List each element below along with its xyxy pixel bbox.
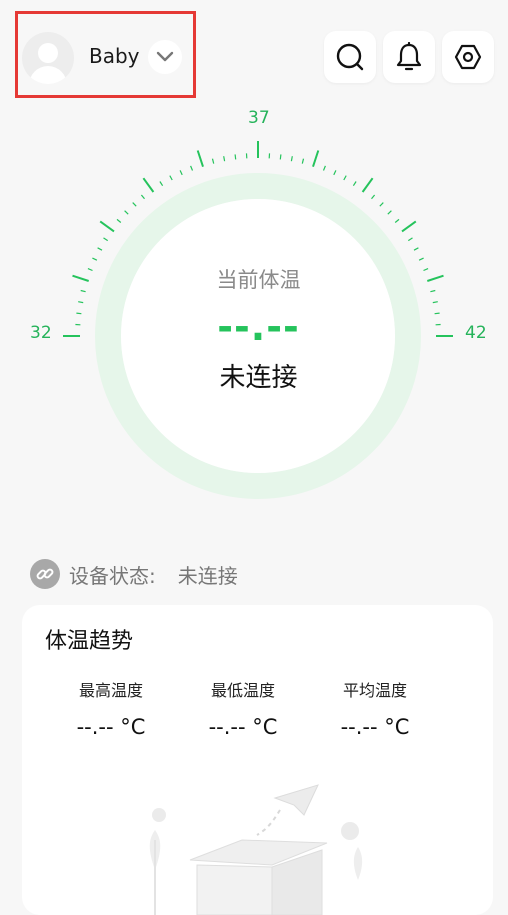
gauge-tick — [198, 151, 203, 167]
gauge-tick — [388, 211, 392, 215]
link-icon — [30, 559, 60, 589]
gauge-tick — [280, 154, 281, 159]
gauge-tick — [291, 156, 292, 161]
gauge-tick — [125, 211, 129, 215]
gauge-tick — [160, 182, 163, 186]
gauge-tick — [380, 203, 384, 207]
gauge-tick — [344, 176, 346, 180]
gauge-tick — [100, 221, 114, 231]
gauge-tick — [419, 258, 424, 260]
gauge-tick — [92, 258, 97, 260]
profile-dropdown-button[interactable] — [148, 40, 182, 74]
device-status-label: 设备状态: — [69, 560, 156, 589]
gauge-tick — [98, 248, 102, 250]
gauge-tick — [224, 156, 225, 161]
avg-temp-stat: 平均温度 --.-- °C — [315, 677, 435, 739]
gauge-tick — [408, 238, 412, 241]
device-status-value: 未连接 — [178, 560, 238, 589]
gauge-tick — [313, 151, 318, 167]
device-status-row: 设备状态: 未连接 — [30, 558, 238, 590]
gauge-tick — [433, 302, 438, 303]
gauge-tick — [302, 159, 303, 164]
notifications-button[interactable] — [383, 31, 435, 83]
gauge-tick — [117, 219, 121, 222]
gauge-tick — [143, 178, 153, 192]
gauge-tick — [363, 178, 373, 192]
connection-status: 未连接 — [0, 357, 508, 394]
min-temp-value: --.-- °C — [183, 715, 303, 739]
search-icon — [335, 42, 365, 72]
gauge-tick — [372, 195, 375, 199]
avg-temp-value: --.-- °C — [315, 715, 435, 739]
settings-icon — [454, 43, 482, 71]
avg-temp-label: 平均温度 — [315, 677, 435, 701]
min-temp-label: 最低温度 — [183, 677, 303, 701]
gauge-tick — [235, 154, 236, 159]
chevron-down-icon — [156, 51, 174, 63]
gauge-tick — [402, 221, 416, 231]
current-temperature-value: --.-- — [0, 305, 508, 349]
gauge-tick — [414, 248, 418, 250]
trend-title: 体温趋势 — [45, 623, 133, 655]
gauge-tick — [324, 166, 326, 171]
gauge-mid-label: 37 — [248, 108, 270, 128]
min-temp-stat: 最低温度 --.-- °C — [183, 677, 303, 739]
max-temp-value: --.-- °C — [51, 715, 171, 739]
search-button[interactable] — [324, 31, 376, 83]
gauge-tick — [191, 166, 193, 171]
max-temp-label: 最高温度 — [51, 677, 171, 701]
gauge-tick — [170, 176, 172, 180]
gauge-tick — [213, 159, 214, 164]
bell-icon — [395, 42, 423, 72]
gauge-tick — [353, 182, 356, 186]
gauge-tick — [180, 170, 182, 175]
profile-name[interactable]: Baby — [89, 44, 140, 68]
gauge-tick — [141, 195, 144, 199]
temperature-trend-card: 体温趋势 最高温度 --.-- °C 最低温度 --.-- °C 平均温度 --… — [22, 605, 493, 915]
settings-button[interactable] — [442, 31, 494, 83]
avatar[interactable] — [22, 32, 74, 84]
current-temperature-label: 当前体温 — [0, 264, 508, 294]
empty-state-illustration — [22, 755, 493, 915]
gauge-tick — [78, 302, 83, 303]
gauge-tick — [104, 238, 108, 241]
max-temp-stat: 最高温度 --.-- °C — [51, 677, 171, 739]
gauge-tick — [334, 170, 336, 175]
gauge-tick — [133, 203, 137, 207]
gauge-tick — [395, 219, 399, 222]
